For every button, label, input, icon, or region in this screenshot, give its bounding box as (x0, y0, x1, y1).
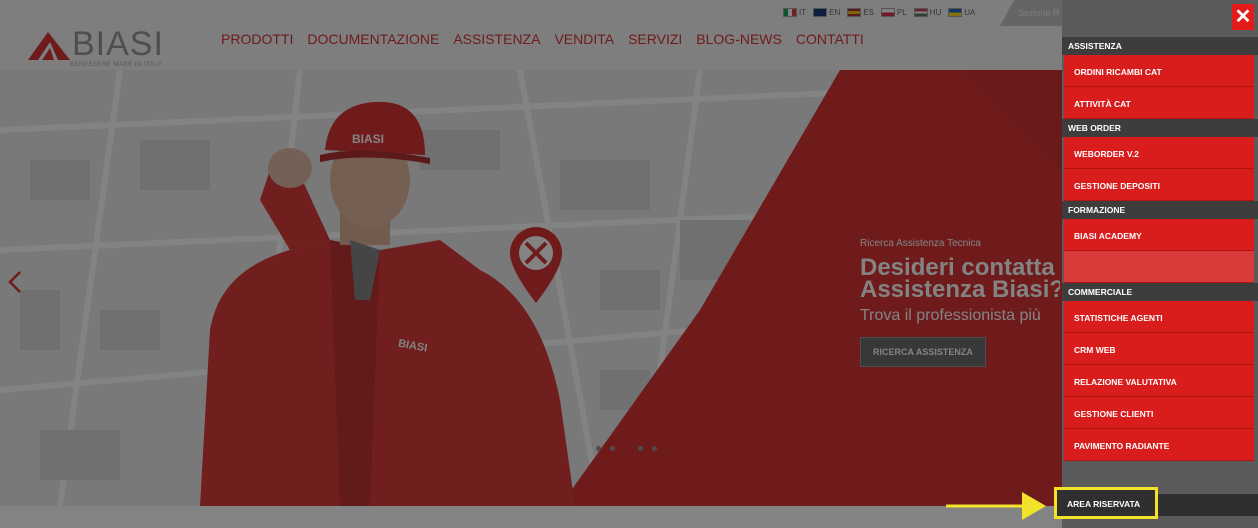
tools-pin-icon (510, 227, 562, 303)
area-riservata-button[interactable]: AREA RISERVATA (1054, 487, 1158, 519)
area-riservata-row: AREA RISERVATA (1054, 487, 1258, 519)
slider-dot[interactable] (610, 446, 615, 451)
side-menu-panel: ✕ ASSISTENZA ORDINI RICAMBI CAT ATTIVITÀ C… (1054, 0, 1258, 528)
lang-es[interactable]: ES (847, 8, 874, 17)
ukraine-flag-icon (948, 8, 963, 17)
biasi-logo[interactable]: BIASI BENESSERE MADE IN ITALY (28, 24, 178, 72)
menu-item-empty[interactable] (1064, 251, 1254, 283)
sezione-riservata-tab[interactable]: Sezione R (1000, 0, 1062, 26)
slider-dot[interactable] (624, 446, 629, 451)
slider-dot[interactable] (638, 446, 643, 451)
lang-it[interactable]: IT (783, 8, 806, 17)
menu-item-pavimento-radiante[interactable]: PAVIMENTO RADIANTE (1064, 429, 1254, 461)
slider-dots (596, 446, 657, 451)
lang-en[interactable]: EN (813, 8, 840, 17)
nav-vendita[interactable]: VENDITA (547, 31, 621, 47)
close-icon[interactable]: ✕ (1232, 4, 1254, 30)
section-header-assistenza: ASSISTENZA (1062, 37, 1258, 55)
nav-documentazione[interactable]: DOCUMENTAZIONE (300, 31, 446, 47)
side-menu-list: ASSISTENZA ORDINI RICAMBI CAT ATTIVITÀ CAT… (1062, 37, 1258, 461)
uk-flag-icon (813, 8, 828, 17)
hero-kicker: Ricerca Assistenza Tecnica (860, 238, 981, 249)
section-header-web-order: WEB ORDER (1062, 119, 1258, 137)
logo-tagline: BENESSERE MADE IN ITALY (70, 62, 163, 68)
nav-prodotti[interactable]: PRODOTTI (214, 31, 300, 47)
slider-dot[interactable] (596, 446, 601, 451)
main-nav: PRODOTTI DOCUMENTAZIONE ASSISTENZA VENDI… (214, 31, 871, 47)
spain-flag-icon (847, 8, 862, 17)
poland-flag-icon (880, 8, 895, 17)
slider-dot[interactable] (652, 446, 657, 451)
menu-item-statistiche-agenti[interactable]: STATISTICHE AGENTI (1064, 301, 1254, 333)
nav-contatti[interactable]: CONTATTI (789, 31, 871, 47)
nav-assistenza[interactable]: ASSISTENZA (446, 31, 547, 47)
menu-item-gestione-clienti[interactable]: GESTIONE CLIENTI (1064, 397, 1254, 429)
hero-text-block: Ricerca Assistenza Tecnica Desideri cont… (860, 238, 1060, 367)
hero-subtitle: Trova il professionista più (860, 307, 1041, 324)
menu-item-ordini-ricambi-cat[interactable]: ORDINI RICAMBI CAT (1064, 55, 1254, 87)
hero-title-line-2: Assistenza Biasi? (860, 276, 1060, 303)
lang-ua[interactable]: UA (948, 8, 975, 17)
language-selector: IT EN ES PL HU UA (783, 8, 975, 17)
cap-logo-text: BIASI (352, 132, 385, 146)
menu-item-relazione-valutativa[interactable]: RELAZIONE VALUTATIVA (1064, 365, 1254, 397)
menu-item-attivit-cat[interactable]: ATTIVITÀ CAT (1064, 87, 1254, 119)
biasi-logo-mark-icon (28, 32, 70, 60)
menu-item-crm-web[interactable]: CRM WEB (1064, 333, 1254, 365)
ricerca-assistenza-button[interactable]: RICERCA ASSISTENZA (860, 337, 986, 367)
menu-item-gestione-depositi[interactable]: GESTIONE DEPOSITI (1064, 169, 1254, 201)
logo-text: BIASI (72, 25, 164, 63)
yellow-arrow-icon (946, 492, 1046, 520)
lang-hu[interactable]: HU (913, 8, 941, 17)
menu-item-biasi-academy[interactable]: BIASI ACADEMY (1064, 219, 1254, 251)
hero-title: Desideri contatta Assistenza Biasi? (860, 256, 1060, 303)
chevron-left-icon[interactable] (8, 270, 22, 294)
lang-pl[interactable]: PL (880, 8, 907, 17)
page: BIASI BENESSERE MADE IN ITALY PRODOTTI D… (0, 0, 1258, 528)
nav-servizi[interactable]: SERVIZI (621, 31, 689, 47)
section-header-formazione: FORMAZIONE (1062, 201, 1258, 219)
menu-item-weborder-v-2[interactable]: WEBORDER V.2 (1064, 137, 1254, 169)
hungary-flag-icon (913, 8, 928, 17)
italy-flag-icon (783, 8, 797, 17)
section-header-commerciale: COMMERCIALE (1062, 283, 1258, 301)
nav-blog-news[interactable]: BLOG-NEWS (689, 31, 789, 47)
